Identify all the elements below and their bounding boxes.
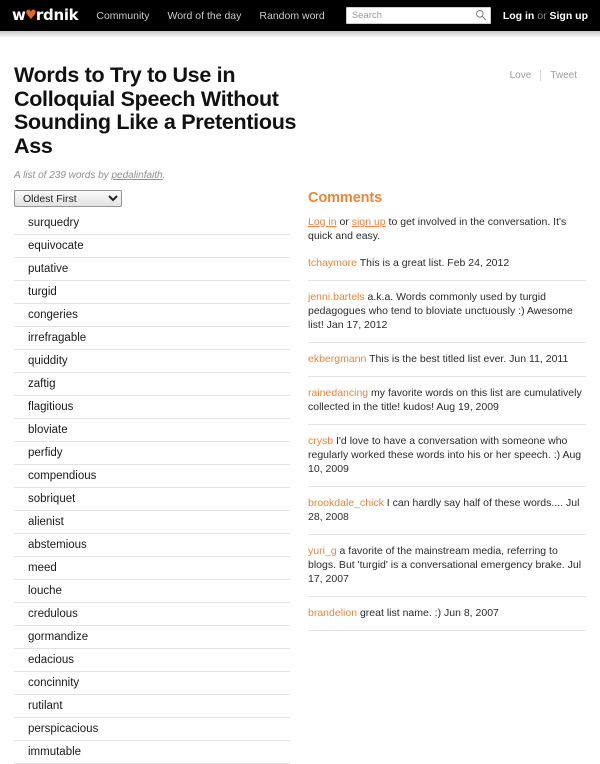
comment-text: This is a great list.	[357, 257, 448, 269]
word-list-item[interactable]: perspicacious	[14, 718, 290, 741]
word-list-item[interactable]: equivocate	[14, 235, 290, 258]
word-list-item[interactable]: perfidy	[14, 442, 290, 465]
comment-author-link[interactable]: rainedancing	[308, 387, 368, 399]
word-list-item[interactable]: surquedry	[14, 212, 290, 235]
comment-item: brookdale_chick I can hardly say half of…	[308, 496, 586, 535]
nav-item-community[interactable]: Community	[96, 10, 149, 22]
comment-author-link[interactable]: ekbergmann	[308, 353, 366, 365]
comment-text: This is the best titled list ever.	[366, 353, 510, 365]
word-list-item[interactable]: gormandize	[14, 626, 290, 649]
comment-text: I can hardly say half of these words....	[383, 497, 566, 509]
two-column-layout: Oldest FirstNewest FirstAlphabetical sur…	[14, 190, 586, 764]
word-list-item[interactable]: immutable	[14, 741, 290, 764]
auth-links: Log in or Sign up	[503, 10, 588, 22]
word-list-column: Oldest FirstNewest FirstAlphabetical sur…	[14, 190, 290, 764]
comment-item: jenni.bartels a.k.a. Words commonly used…	[308, 290, 586, 343]
comment-item: tchaymore This is a great list. Feb 24, …	[308, 256, 586, 281]
word-list: surquedry equivocate putative turgid congeri…	[14, 212, 290, 764]
word-list-item[interactable]: sobriquet	[14, 488, 290, 511]
comment-date: Jun 11, 2011	[509, 353, 569, 365]
top-navigation-bar: w ♥ rdnik Community Word of the day Random…	[0, 0, 600, 31]
word-list-item[interactable]: putative	[14, 258, 290, 281]
comment-author-link[interactable]: brookdale_chick	[308, 497, 384, 509]
search-container	[345, 7, 491, 24]
word-list-item[interactable]: bloviate	[14, 419, 290, 442]
byline-suffix: .	[162, 170, 166, 181]
comment-date: Jan 17, 2012	[326, 319, 388, 331]
comments-signup-link[interactable]: sign up	[352, 216, 386, 228]
login-link[interactable]: Log in	[503, 10, 535, 22]
topbar-shadow	[0, 31, 600, 38]
title-row: Words to Try to Use in Colloquial Speech…	[14, 38, 586, 158]
primary-nav: Community Word of the day Random word	[96, 10, 324, 22]
word-list-item[interactable]: zaftig	[14, 373, 290, 396]
comment-author-link[interactable]: yuri_g	[308, 545, 337, 557]
tweet-button[interactable]: Tweet	[541, 70, 586, 81]
comments-heading: Comments	[308, 190, 383, 206]
comment-item: brandelion great list name. :) Jun 8, 20…	[308, 606, 586, 631]
word-list-item[interactable]: credulous	[14, 603, 290, 626]
comment-author-link[interactable]: brandelion	[308, 607, 357, 619]
byline-author-link[interactable]: pedalinfaith	[111, 170, 162, 181]
comment-item: rainedancing my favorite words on this l…	[308, 386, 586, 425]
comments-intro-mid: or	[336, 216, 352, 228]
comment-date: Feb 24, 2012	[447, 257, 510, 269]
comment-item: yuri_g a favorite of the mainstream medi…	[308, 544, 586, 597]
wordnik-logo[interactable]: w ♥ rdnik	[12, 6, 79, 24]
comment-text: I'd love to have a conversation with som…	[308, 435, 568, 461]
comment-author-link[interactable]: crysb	[308, 435, 333, 447]
word-list-item[interactable]: irrefragable	[14, 327, 290, 350]
word-list-item[interactable]: turgid	[14, 281, 290, 304]
word-list-item[interactable]: meed	[14, 557, 290, 580]
word-list-item[interactable]: rutilant	[14, 695, 290, 718]
sort-order-select[interactable]: Oldest FirstNewest FirstAlphabetical	[14, 190, 122, 207]
word-list-item[interactable]: congeries	[14, 304, 290, 327]
word-list-item[interactable]: flagitious	[14, 396, 290, 419]
comment-item: ekbergmann This is the best titled list …	[308, 352, 586, 377]
word-list-item[interactable]: concinnity	[14, 672, 290, 695]
signup-link[interactable]: Sign up	[550, 10, 589, 22]
comment-text: great list name. :)	[357, 607, 444, 619]
byline-prefix: A list of 239 words by	[14, 170, 112, 181]
love-button[interactable]: Love	[501, 70, 541, 81]
word-list-item[interactable]: quiddity	[14, 350, 290, 373]
comment-date: Aug 19, 2009	[436, 401, 499, 413]
word-list-item[interactable]: alienist	[14, 511, 290, 534]
nav-item-random-word[interactable]: Random word	[259, 10, 324, 22]
comments-login-link[interactable]: Log in	[308, 216, 337, 228]
page-title: Words to Try to Use in Colloquial Speech…	[14, 63, 297, 158]
top-bar-right-group: Log in or Sign up	[345, 7, 588, 24]
page-content: Words to Try to Use in Colloquial Speech…	[0, 38, 600, 764]
share-actions: Love Tweet	[501, 64, 586, 81]
comments-column: Comments Log in or sign up to get involv…	[290, 190, 586, 764]
comments-list: tchaymore This is a great list. Feb 24, …	[308, 256, 586, 631]
comment-author-link[interactable]: tchaymore	[308, 257, 357, 269]
list-byline: A list of 239 words by pedalinfaith.	[14, 170, 586, 181]
word-list-item[interactable]: compendious	[14, 465, 290, 488]
logo-text-post: rdnik	[35, 6, 79, 24]
search-icon[interactable]	[475, 9, 487, 21]
comment-item: crysb I'd love to have a conversation wi…	[308, 434, 586, 487]
auth-separator: or	[537, 9, 547, 22]
logo-text-pre: w	[12, 6, 26, 24]
search-input[interactable]	[345, 7, 491, 24]
comment-author-link[interactable]: jenni.bartels	[308, 291, 365, 303]
comments-intro: Log in or sign up to get involved in the…	[308, 215, 586, 243]
word-list-item[interactable]: edacious	[14, 649, 290, 672]
nav-item-word-of-the-day[interactable]: Word of the day	[167, 10, 241, 22]
word-list-item[interactable]: abstemious	[14, 534, 290, 557]
heart-icon: ♥	[25, 8, 37, 23]
comment-date: Jun 8, 2007	[444, 607, 499, 619]
comment-text: a favorite of the mainstream media, refe…	[308, 545, 568, 571]
